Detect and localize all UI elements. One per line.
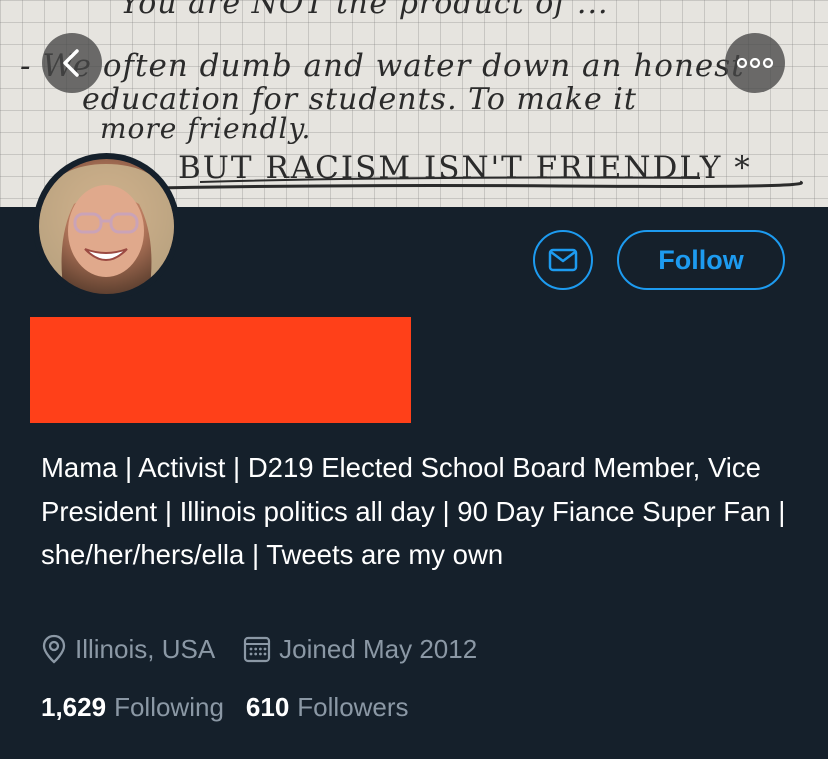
- banner-line-2: - We often dumb and water down an honest: [20, 48, 745, 84]
- following-count: 1,629: [41, 691, 107, 722]
- profile-meta: Illinois, USA Joined May 2012: [41, 630, 505, 668]
- more-options-button[interactable]: [725, 33, 785, 93]
- banner-line-4: more friendly.: [100, 112, 312, 145]
- redacted-name: [30, 317, 411, 423]
- avatar-face-illustration: [39, 164, 174, 294]
- banner-line-5: BUT RACISM ISN'T FRIENDLY *: [178, 150, 752, 186]
- location-text: Illinois, USA: [75, 633, 216, 664]
- back-button[interactable]: [42, 33, 102, 93]
- avatar-photo: [39, 159, 174, 294]
- followers-count: 610: [245, 691, 290, 722]
- message-button[interactable]: [533, 230, 593, 290]
- following-label: Following: [114, 691, 224, 722]
- followers-stat[interactable]: 610 Followers: [246, 692, 409, 723]
- more-dots-icon: [737, 58, 773, 68]
- follow-stats: 1,629 Following 610 Followers: [41, 689, 431, 725]
- banner-line-1: You are NOT the product of ...: [120, 0, 609, 21]
- avatar[interactable]: [33, 153, 180, 300]
- chevron-left-icon: [63, 49, 79, 77]
- followers-label: Followers: [297, 691, 409, 722]
- location-item: Illinois, USA: [41, 634, 215, 665]
- profile-bio: Mama | Activist | D219 Elected School Bo…: [41, 452, 786, 570]
- joined-text: Joined May 2012: [279, 633, 478, 664]
- envelope-icon: [548, 248, 578, 272]
- joined-item: Joined May 2012: [243, 634, 477, 665]
- follow-button[interactable]: Follow: [617, 230, 785, 290]
- location-pin-icon: [42, 634, 66, 664]
- calendar-icon: [244, 636, 271, 663]
- following-stat[interactable]: 1,629 Following: [41, 692, 224, 723]
